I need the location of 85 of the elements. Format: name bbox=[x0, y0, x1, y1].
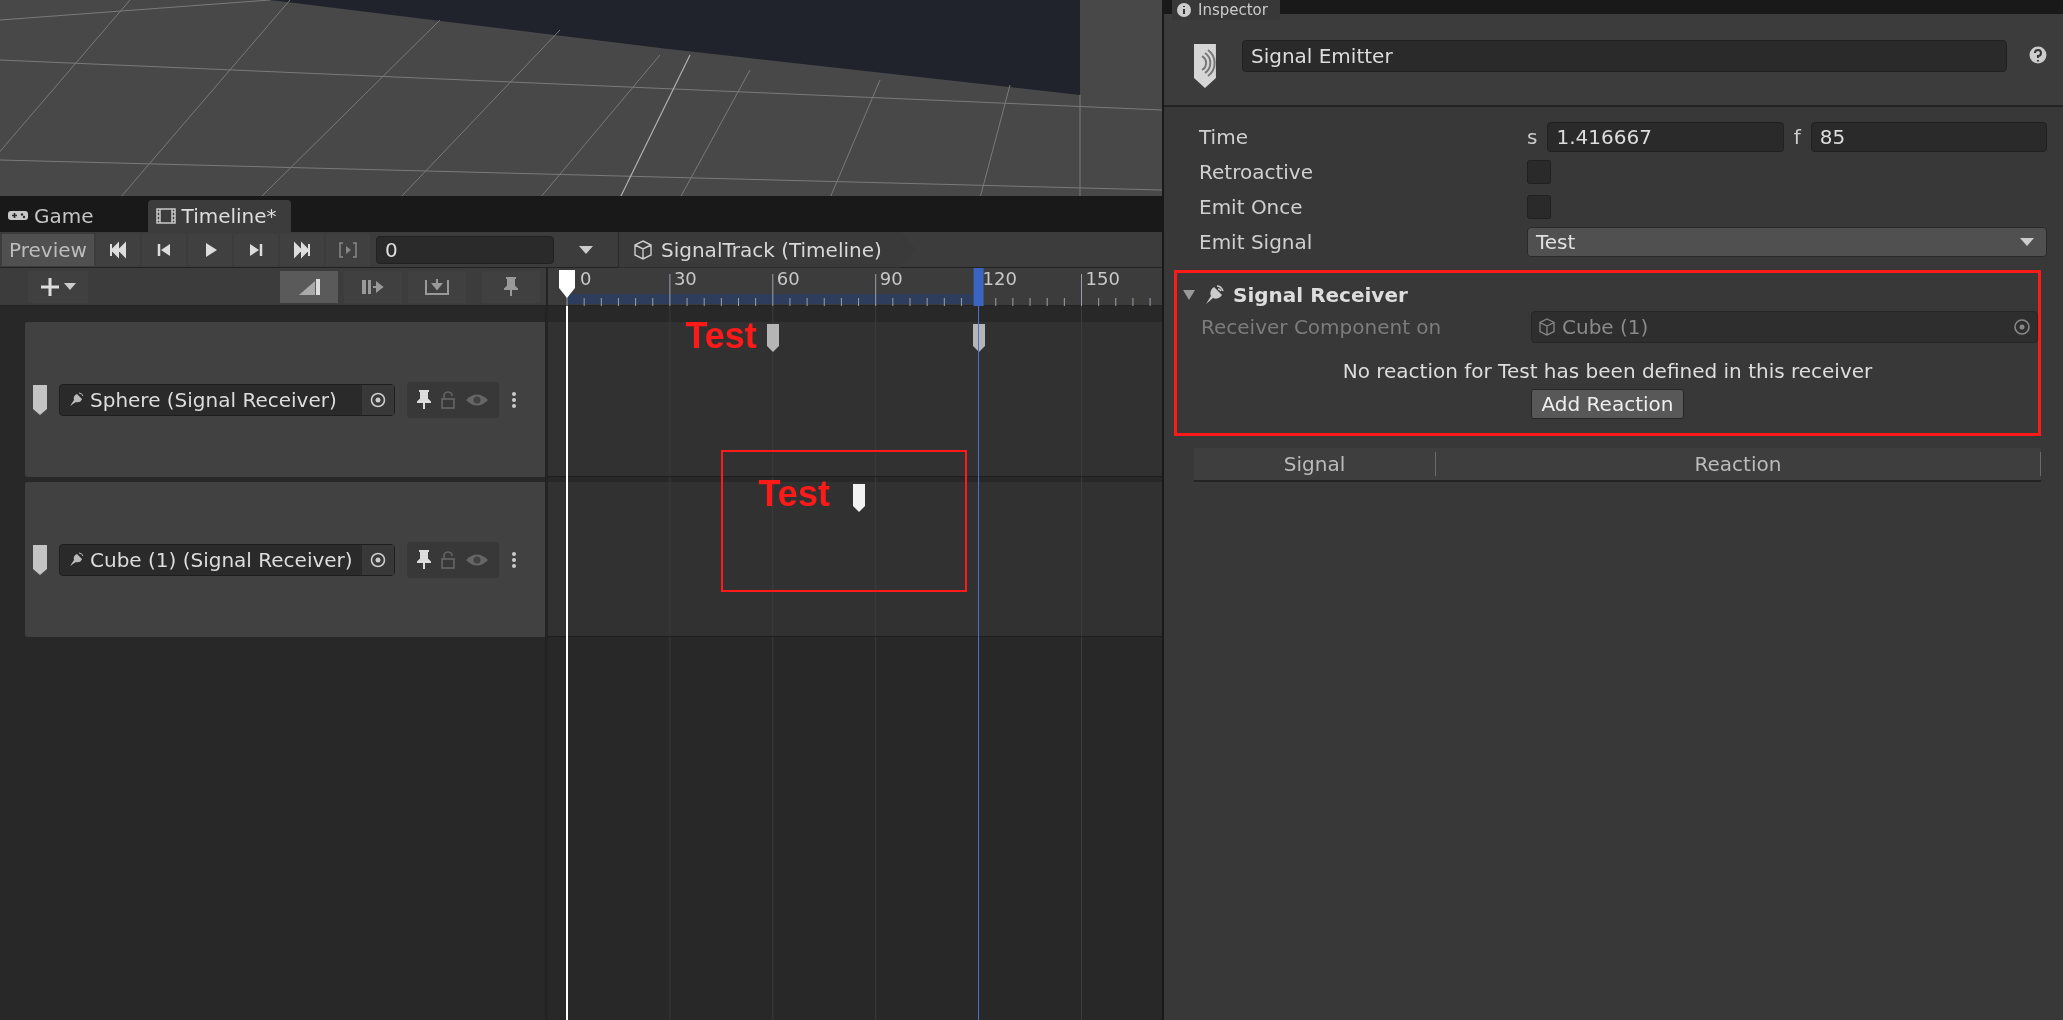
end-marker[interactable] bbox=[973, 268, 984, 306]
skip-to-end-button[interactable] bbox=[280, 233, 324, 266]
tab[interactable]: Game bbox=[0, 200, 108, 232]
add-reaction-button[interactable]: Add Reaction bbox=[1530, 389, 1685, 419]
binding-name: Sphere (Signal Receiver) bbox=[90, 387, 338, 412]
film-icon bbox=[155, 207, 176, 225]
step-back-button[interactable] bbox=[142, 233, 186, 266]
field-label: Emit Signal bbox=[1199, 230, 1314, 254]
pin-button[interactable] bbox=[482, 270, 540, 303]
signal-track-icon bbox=[33, 384, 47, 415]
signal-marker[interactable] bbox=[972, 324, 985, 352]
signal-track-icon bbox=[33, 544, 47, 575]
section-title: Signal Receiver bbox=[1233, 283, 1408, 307]
binding-name: Cube (1) (Signal Receiver) bbox=[90, 547, 354, 572]
frame-field[interactable]: 0 bbox=[376, 235, 554, 264]
replace-mode-button[interactable] bbox=[408, 270, 466, 303]
section-header[interactable]: Signal Receiver bbox=[1177, 279, 2038, 311]
tick-label: 120 bbox=[982, 268, 1017, 289]
play-range-icon bbox=[339, 240, 357, 259]
skip-to-start-icon bbox=[109, 240, 127, 259]
tab[interactable]: Timeline* bbox=[147, 200, 291, 232]
mix-mode-icon bbox=[297, 276, 321, 297]
play-button[interactable] bbox=[188, 233, 232, 266]
field-label: Retroactive bbox=[1199, 160, 1314, 184]
target-icon bbox=[2013, 318, 2031, 336]
caret-icon bbox=[579, 245, 593, 254]
binding-field[interactable]: Sphere (Signal Receiver) bbox=[59, 383, 395, 416]
tick-label: 30 bbox=[673, 268, 697, 289]
track-header[interactable]: Sphere (Signal Receiver) bbox=[25, 322, 545, 477]
field-label: Emit Once bbox=[1199, 195, 1304, 219]
column-header[interactable]: Signal bbox=[1194, 452, 1436, 476]
add-track-button[interactable] bbox=[28, 270, 88, 303]
step-forward-button[interactable] bbox=[234, 233, 278, 266]
more-options-icon[interactable] bbox=[511, 550, 517, 569]
field-label: Receiver Component on bbox=[1201, 315, 1443, 339]
pin-icon[interactable] bbox=[417, 549, 431, 570]
unit-label: s bbox=[1527, 125, 1538, 149]
target-icon bbox=[370, 391, 386, 408]
target-icon bbox=[370, 551, 386, 568]
skip-to-end-icon bbox=[293, 240, 311, 259]
checkbox[interactable] bbox=[1527, 195, 1551, 219]
tick-label: 60 bbox=[776, 268, 800, 289]
message-text: No reaction for Test has been defined in this receiver bbox=[1341, 359, 1874, 383]
expanded-arrow-icon[interactable] bbox=[1183, 289, 1195, 301]
tab[interactable]: Inspector bbox=[1172, 0, 1280, 20]
info-icon bbox=[1176, 2, 1192, 18]
satellite-dish-icon bbox=[1203, 284, 1225, 306]
plus-icon bbox=[40, 276, 60, 297]
annotation-text: Test bbox=[685, 316, 757, 356]
receiver-icon bbox=[68, 551, 84, 568]
tick-label: 150 bbox=[1085, 268, 1120, 289]
tick-label: 0 bbox=[580, 268, 592, 289]
object-picker-button[interactable] bbox=[362, 544, 394, 575]
object-name: Cube (1) bbox=[1562, 315, 1650, 339]
unit-label: f bbox=[1793, 125, 1801, 149]
checkbox[interactable] bbox=[1527, 160, 1551, 184]
signal-marker[interactable] bbox=[852, 484, 865, 512]
column-header[interactable]: Reaction bbox=[1436, 452, 2041, 476]
help-icon[interactable] bbox=[2029, 46, 2047, 64]
caret-icon bbox=[64, 283, 76, 290]
signal-marker[interactable] bbox=[766, 324, 779, 352]
more-options-icon[interactable] bbox=[511, 390, 517, 409]
cube-icon bbox=[1538, 318, 1556, 336]
annotation-text: Test bbox=[758, 473, 830, 514]
receiver-icon bbox=[68, 391, 84, 408]
name-field[interactable]: Signal Emitter bbox=[1241, 40, 2008, 72]
field-label: Time bbox=[1199, 125, 1249, 149]
tick-label: 90 bbox=[879, 268, 903, 289]
mix-mode-button[interactable] bbox=[280, 270, 338, 303]
object-picker-button[interactable] bbox=[362, 384, 394, 415]
seconds-field[interactable]: 1.416667 bbox=[1547, 122, 1784, 152]
preview-button[interactable]: Preview bbox=[2, 233, 94, 266]
frames-field[interactable]: 85 bbox=[1810, 122, 2047, 152]
pin-icon[interactable] bbox=[417, 389, 431, 410]
ripple-mode-button[interactable] bbox=[344, 270, 402, 303]
cube-icon bbox=[633, 239, 653, 260]
signal-emitter-icon bbox=[1194, 44, 1216, 88]
pin-icon bbox=[504, 276, 518, 297]
playhead-handle[interactable] bbox=[559, 270, 575, 298]
replace-mode-icon bbox=[425, 276, 449, 297]
track-header[interactable]: Cube (1) (Signal Receiver) bbox=[25, 482, 545, 637]
signal-dropdown[interactable]: Test bbox=[1527, 227, 2047, 257]
caret-icon bbox=[2020, 238, 2034, 246]
skip-to-start-button[interactable] bbox=[96, 233, 140, 266]
binding-field[interactable]: Cube (1) (Signal Receiver) bbox=[59, 543, 395, 576]
